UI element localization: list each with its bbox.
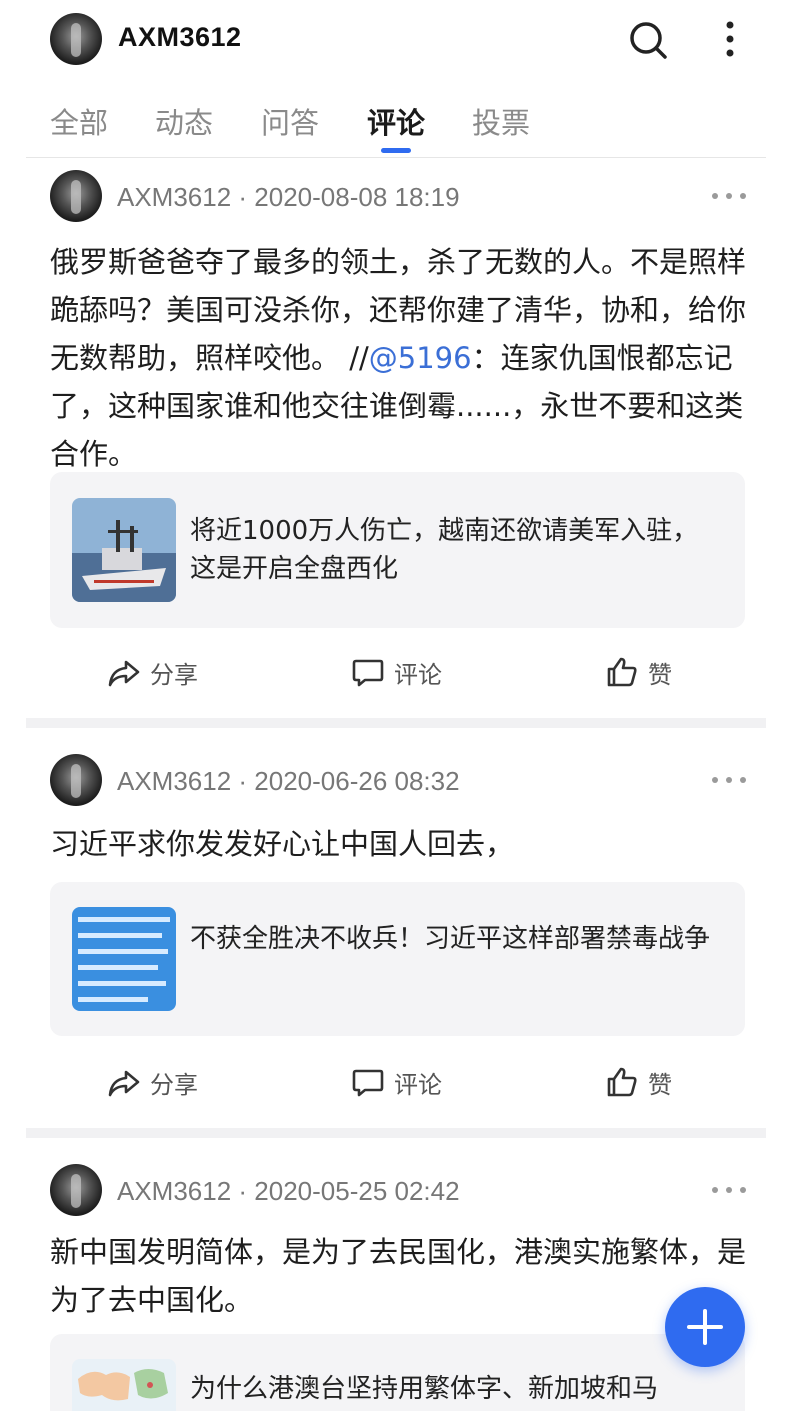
divider [26, 157, 766, 158]
comment-icon [352, 1069, 384, 1097]
comment-button[interactable]: 评论 [350, 652, 442, 692]
thumbs-up-icon [607, 1067, 637, 1097]
comment-button[interactable]: 评论 [350, 1062, 442, 1102]
linked-article-card[interactable]: 不获全胜决不收兵！习近平这样部署禁毒战争 [50, 882, 745, 1036]
comment-icon [352, 659, 384, 687]
tab-bar: 全部 动态 问答 评论 投票 [0, 96, 800, 158]
share-button[interactable]: 分享 [106, 652, 198, 692]
avatar[interactable] [50, 170, 102, 222]
post-text: 俄罗斯爸爸夺了最多的领土，杀了无数的人。不是照样跪舔吗？美国可没杀你，还帮你建了… [50, 245, 747, 471]
post-text: 习近平求你发发好心让中国人回去， [50, 827, 515, 861]
linked-article-title: 不获全胜决不收兵！习近平这样部署禁毒战争 [190, 924, 711, 954]
linked-article-title: 将近1000万人伤亡，越南还欲请美军入驻，这是开启全盘西化 [190, 516, 699, 584]
post-text: 新中国发明简体，是为了去民国化，港澳实施繁体，是为了去中国化。 [50, 1235, 747, 1317]
post-meta: AXM3612 · 2020-05-25 02:42 [117, 1176, 460, 1206]
tab-activity[interactable]: 动态 [155, 100, 213, 142]
warship-image [72, 498, 176, 602]
tab-all[interactable]: 全部 [50, 100, 108, 142]
tab-votes[interactable]: 投票 [472, 100, 530, 142]
profile-header: AXM3612 [0, 0, 800, 80]
like-button[interactable]: 赞 [604, 652, 672, 692]
map-image [72, 1359, 176, 1411]
avatar[interactable] [50, 13, 102, 65]
post-meta: AXM3612 · 2020-08-08 18:19 [117, 182, 460, 212]
share-icon [108, 660, 140, 687]
share-icon [108, 1070, 140, 1097]
add-post-button[interactable] [665, 1287, 745, 1367]
thumbs-up-icon [607, 657, 637, 687]
linked-article-card[interactable]: 为什么港澳台坚持用繁体字、新加坡和马 [50, 1334, 745, 1411]
post-actions: 分享 评论 赞 [0, 652, 800, 692]
search-button[interactable] [626, 18, 670, 62]
share-button[interactable]: 分享 [106, 1062, 198, 1102]
post-separator [26, 718, 766, 728]
post-meta: AXM3612 · 2020-06-26 08:32 [117, 766, 460, 796]
tab-qa[interactable]: 问答 [261, 100, 319, 142]
tab-comments[interactable]: 评论 [367, 100, 425, 142]
avatar[interactable] [50, 1164, 102, 1216]
post-separator [26, 1128, 766, 1138]
avatar[interactable] [50, 754, 102, 806]
post-more-button[interactable] [712, 774, 746, 786]
post-more-button[interactable] [712, 190, 746, 202]
profile-name: AXM3612 [118, 22, 242, 52]
like-button[interactable]: 赞 [604, 1062, 672, 1102]
more-vertical-icon [726, 21, 734, 57]
text-poster-image [72, 907, 176, 1011]
post-more-button[interactable] [712, 1184, 746, 1196]
linked-article-title: 为什么港澳台坚持用繁体字、新加坡和马 [190, 1374, 659, 1404]
mention-link[interactable]: @5196 [369, 341, 472, 375]
post-actions: 分享 评论 赞 [0, 1062, 800, 1102]
more-options-button[interactable] [712, 16, 748, 64]
linked-article-card[interactable]: 将近1000万人伤亡，越南还欲请美军入驻，这是开启全盘西化 [50, 472, 745, 628]
search-icon [630, 22, 667, 59]
active-tab-indicator [381, 148, 411, 153]
